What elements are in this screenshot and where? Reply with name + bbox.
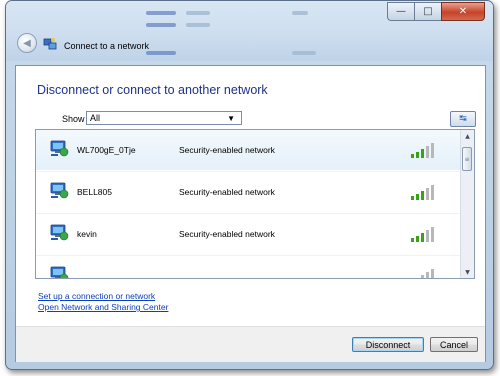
background-blur	[292, 51, 316, 55]
window-controls: — □ ✕	[387, 2, 485, 21]
network-security: Security-enabled network	[179, 145, 275, 155]
background-blur	[146, 11, 176, 15]
network-name: BELL805	[77, 187, 112, 197]
network-security: Security-enabled network	[179, 187, 275, 197]
maximize-button[interactable]: □	[414, 2, 441, 21]
network-list-item[interactable]	[36, 256, 460, 278]
background-blur	[146, 51, 176, 55]
show-filter-dropdown[interactable]: All ▼	[86, 111, 242, 125]
background-blur	[146, 23, 176, 27]
network-security: Security-enabled network	[179, 229, 275, 239]
button-bar: Disconnect Cancel	[16, 326, 485, 362]
close-button[interactable]: ✕	[441, 2, 485, 21]
scroll-thumb[interactable]: ≡	[462, 147, 472, 171]
cancel-button[interactable]: Cancel	[430, 337, 478, 352]
wireless-network-icon	[50, 224, 69, 241]
background-blur	[292, 11, 308, 15]
signal-strength-icon	[411, 227, 434, 242]
background-blur	[186, 23, 210, 27]
network-name: WL700gE_0Tje	[77, 145, 136, 155]
page-title: Disconnect or connect to another network	[37, 83, 268, 97]
scroll-up-icon[interactable]: ▲	[461, 130, 474, 142]
show-label: Show	[62, 114, 85, 124]
signal-strength-icon	[421, 269, 434, 278]
signal-strength-icon	[411, 143, 434, 158]
wireless-network-icon	[50, 266, 69, 278]
signal-strength-icon	[411, 185, 434, 200]
network-sharing-center-link[interactable]: Open Network and Sharing Center	[38, 302, 168, 312]
background-blur	[186, 11, 210, 15]
refresh-icon: ↹	[459, 114, 467, 124]
back-arrow-icon[interactable]: ◀	[17, 33, 37, 53]
wireless-network-icon	[50, 140, 69, 157]
list-scrollbar[interactable]: ▲ ≡ ▼	[460, 130, 474, 278]
network-name: kevin	[77, 229, 97, 239]
dialog-window: — □ ✕ ◀ Connect to a network Disconnect …	[5, 0, 494, 370]
dialog-content: Disconnect or connect to another network…	[15, 65, 486, 362]
network-list[interactable]: ▲ ≡ ▼ WL700gE_0Tje Security-enabled netwo…	[35, 129, 475, 279]
chevron-down-icon: ▼	[227, 114, 235, 123]
network-list-item[interactable]: kevin Security-enabled network	[36, 214, 460, 254]
disconnect-button[interactable]: Disconnect	[352, 337, 424, 352]
window-title: Connect to a network	[64, 41, 150, 51]
scroll-down-icon[interactable]: ▼	[461, 266, 474, 278]
refresh-button[interactable]: ↹	[450, 111, 476, 127]
setup-connection-link[interactable]: Set up a connection or network	[38, 291, 155, 301]
network-list-item[interactable]: WL700gE_0Tje Security-enabled network	[36, 130, 460, 170]
network-list-item[interactable]: BELL805 Security-enabled network	[36, 172, 460, 212]
show-filter-value: All	[90, 113, 101, 123]
wireless-network-icon	[50, 182, 69, 199]
minimize-button[interactable]: —	[387, 2, 414, 21]
network-app-icon	[43, 38, 57, 50]
